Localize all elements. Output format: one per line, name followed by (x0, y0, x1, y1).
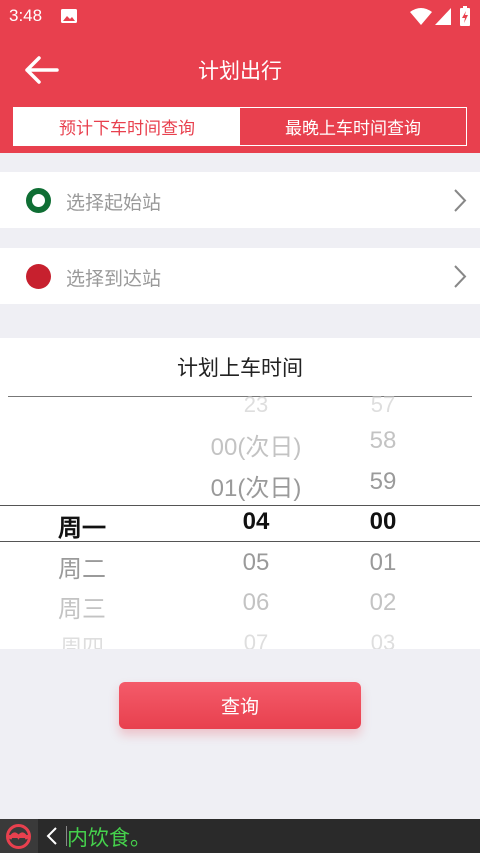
selection-top-line (0, 505, 480, 506)
boarding-time-picker: 计划上车时间 周一 周二 周三 周四 23 00(次日) 01(次日) 04 0… (0, 338, 480, 649)
minute-option[interactable]: 01 (313, 549, 453, 577)
minute-option[interactable]: 02 (313, 589, 453, 617)
end-station-marker-icon (26, 264, 51, 289)
minute-option[interactable]: 03 (313, 630, 453, 649)
start-station-selector[interactable]: 选择起始站 (0, 172, 480, 228)
wifi-icon (410, 8, 432, 25)
query-button[interactable]: 查询 (119, 682, 361, 729)
battery-charging-icon (460, 6, 470, 26)
cell-signal-icon (435, 8, 451, 25)
status-time: 3:48 (9, 6, 43, 25)
hour-option[interactable]: 06 (186, 589, 326, 617)
status-bar: 3:48 (0, 0, 480, 33)
hour-option[interactable]: 23 (186, 392, 326, 418)
minute-option[interactable]: 58 (313, 427, 453, 455)
start-station-marker-icon (26, 188, 51, 213)
day-option[interactable]: 周三 (12, 589, 152, 624)
ticker-text: 内饮食。 (67, 826, 151, 850)
query-mode-tabs: 预计下车时间查询 最晚上车时间查询 (13, 107, 467, 146)
hour-option[interactable]: 00(次日) (186, 427, 326, 462)
end-station-selector[interactable]: 选择到达站 (0, 248, 480, 304)
floating-ticker-bar: 内饮食。 (0, 819, 480, 853)
chevron-right-icon (454, 189, 467, 212)
minute-option[interactable]: 59 (313, 468, 453, 496)
picker-title: 计划上车时间 (177, 356, 303, 380)
hour-option[interactable]: 07 (186, 630, 326, 649)
page-title: 计划出行 (198, 59, 282, 83)
tab-latest-boarding-time[interactable]: 最晚上车时间查询 (240, 108, 466, 145)
chevron-left-icon[interactable] (46, 826, 58, 846)
metro-logo-icon (6, 824, 31, 849)
metro-logo[interactable] (0, 819, 38, 853)
image-notification-icon (61, 9, 77, 23)
day-option[interactable]: 周二 (12, 549, 152, 584)
day-option-selected[interactable]: 周一 (12, 508, 152, 543)
day-option[interactable]: 周四 (12, 630, 152, 649)
chevron-right-icon (454, 265, 467, 288)
minute-option[interactable]: 57 (313, 392, 453, 418)
hour-option[interactable]: 05 (186, 549, 326, 577)
start-station-placeholder: 选择起始站 (66, 192, 162, 214)
hour-option[interactable]: 01(次日) (186, 468, 326, 503)
selection-bottom-line (0, 541, 480, 542)
hour-option-selected[interactable]: 04 (186, 508, 326, 536)
end-station-placeholder: 选择到达站 (66, 268, 162, 290)
tab-estimated-alighting-time[interactable]: 预计下车时间查询 (14, 108, 240, 145)
minute-option-selected[interactable]: 00 (313, 508, 453, 536)
